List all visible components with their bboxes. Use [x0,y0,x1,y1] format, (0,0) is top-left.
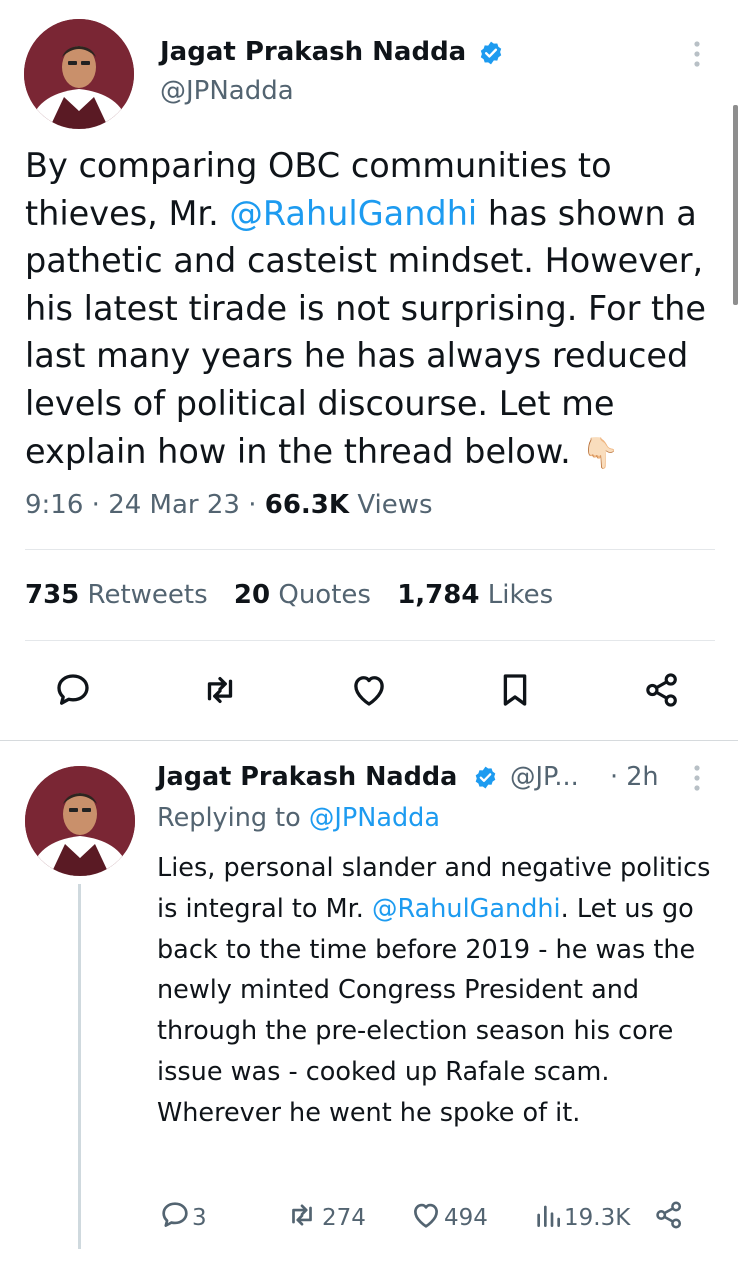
retweets-count: 735 [25,580,80,610]
share-icon[interactable] [641,669,683,715]
retweet-action[interactable]: 274 [282,1198,366,1238]
like-action[interactable]: 494 [408,1198,488,1238]
thread-line [78,884,81,1249]
separator-dot: · [248,490,257,520]
replying-to-handle[interactable]: @JPNadda [309,803,440,833]
divider [25,640,715,641]
replies-count: 3 [192,1205,207,1231]
reply-header: Jagat Prakash Nadda [157,762,457,792]
timestamp-line: 9:16 · 24 Mar 23 · 66.3K Views [25,490,433,520]
replying-to: Replying to @JPNadda [157,803,440,833]
time-ago[interactable]: · 2h [610,762,659,792]
reply-icon[interactable] [52,669,94,715]
quotes-stat[interactable]: 20 Quotes [234,580,371,610]
replying-to-label: Replying to [157,803,301,833]
separator-dot: · [91,490,100,520]
likes-count: 494 [444,1205,488,1231]
author-name[interactable]: Jagat Prakash Nadda [157,762,457,792]
quotes-count: 20 [233,580,271,610]
likes-count: 1,784 [397,580,480,610]
author-name[interactable]: Jagat Prakash Nadda [160,37,466,67]
views-count: 19.3K [564,1205,631,1231]
views-action[interactable]: 19.3K [532,1198,630,1238]
verified-badge-icon [478,40,504,70]
divider [0,740,738,741]
reply-text: Lies, personal slander and negative poli… [157,848,717,1134]
retweets-count: 274 [322,1205,366,1231]
likes-label: Likes [487,580,554,610]
pointing-down-emoji: 👇🏻 [581,435,619,471]
divider [25,549,715,550]
more-options-icon[interactable] [690,40,704,68]
reply-icon [158,1198,192,1238]
tweet-time[interactable]: 9:16 [25,490,83,520]
like-icon[interactable] [348,669,390,715]
reply-text-part: . Let us go back to the time before 2019… [157,893,696,1128]
mention-link[interactable]: @RahulGandhi [229,194,477,233]
views-label: Views [357,490,433,520]
share-icon[interactable] [652,1198,686,1236]
bookmark-icon[interactable] [494,669,536,715]
like-icon [408,1198,444,1238]
reply-action[interactable]: 3 [158,1198,207,1238]
tweet-text-part: has shown a pathetic and casteist mindse… [25,193,706,471]
scrollbar[interactable] [733,105,738,305]
retweets-label: Retweets [87,580,208,610]
tweet-date[interactable]: 24 Mar 23 [108,490,240,520]
author-handle[interactable]: @JP... [510,762,579,792]
retweet-icon [282,1198,322,1238]
retweets-stat[interactable]: 735 Retweets [25,580,208,610]
tweet-text: By comparing OBC communities to thieves,… [25,142,715,477]
author-handle[interactable]: @JPNadda [160,76,294,106]
verified-badge-icon [473,765,498,794]
mention-link[interactable]: @RahulGandhi [372,894,561,924]
quotes-label: Quotes [278,580,371,610]
engagement-stats: 735 Retweets 20 Quotes 1,784 Likes [25,580,553,610]
views-count: 66.3K [264,490,350,520]
avatar[interactable] [24,19,134,129]
retweet-icon[interactable] [198,669,242,715]
likes-stat[interactable]: 1,784 Likes [397,580,553,610]
avatar[interactable] [25,766,135,876]
analytics-icon [532,1198,564,1238]
more-options-icon[interactable] [690,764,704,792]
